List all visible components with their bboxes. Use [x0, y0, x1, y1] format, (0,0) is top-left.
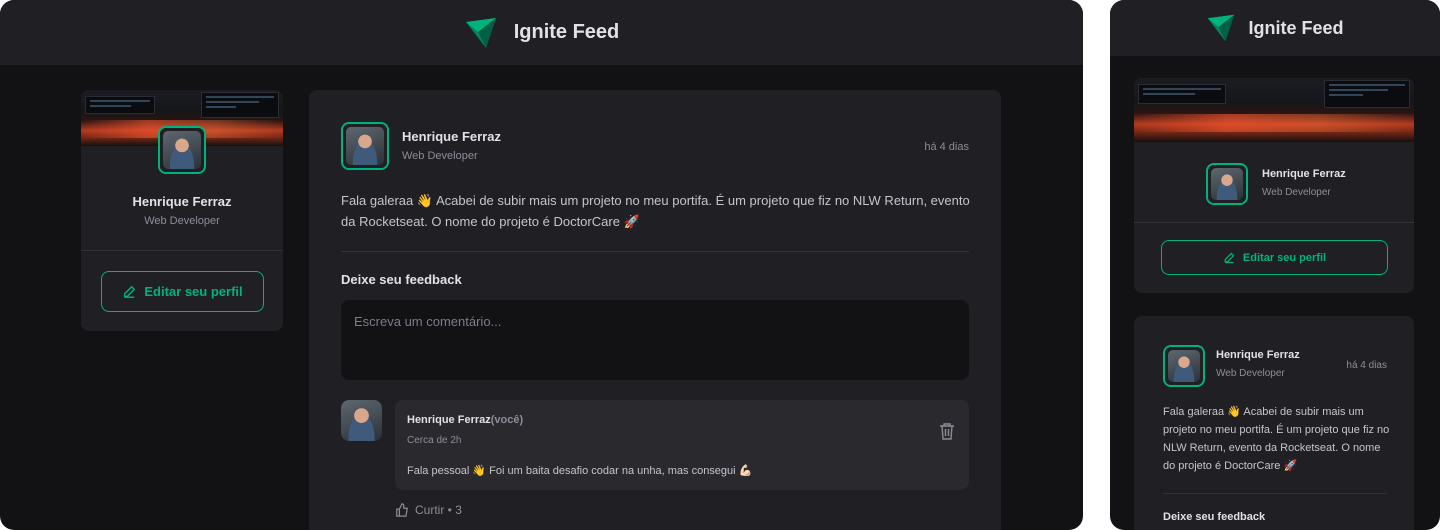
divider: [81, 250, 283, 251]
comment-box: Henrique Ferraz(você) Cerca de 2h Fala p…: [395, 400, 969, 490]
header: Ignite Feed: [1110, 0, 1440, 56]
trash-icon[interactable]: [939, 422, 955, 440]
pencil-icon: [124, 285, 136, 298]
desktop-view: Ignite Feed Henrique Ferraz Web Develope…: [0, 0, 1083, 530]
logo-icon: [1208, 14, 1235, 42]
app-title: Ignite Feed: [513, 21, 620, 43]
comment-author-line: Henrique Ferraz(você): [407, 414, 523, 426]
post-avatar[interactable]: [1163, 345, 1205, 387]
comment-content: Fala pessoal 👋 Foi um baita desafio coda…: [407, 465, 753, 477]
app-title: Ignite Feed: [1248, 17, 1344, 38]
feedback-title: Deixe seu feedback: [341, 272, 462, 287]
like-button[interactable]: Curtir • 3: [395, 503, 462, 517]
profile-name: Henrique Ferraz: [1262, 168, 1346, 180]
post-content: Fala galeraa 👋 Acabei de subir mais um p…: [341, 193, 970, 229]
post-card: Henrique Ferraz Web Developer há 4 dias …: [309, 90, 1001, 530]
edit-profile-button[interactable]: Editar seu perfil: [1161, 240, 1388, 275]
profile-role: Web Developer: [144, 215, 220, 227]
divider: [1163, 493, 1387, 494]
edit-profile-button[interactable]: Editar seu perfil: [101, 271, 264, 312]
profile-role: Web Developer: [1262, 187, 1331, 198]
post-author[interactable]: Henrique Ferraz: [402, 129, 501, 144]
header: Ignite Feed: [0, 0, 1083, 65]
thumbs-up-icon: [396, 503, 408, 517]
avatar[interactable]: [158, 126, 206, 174]
comment-avatar[interactable]: [341, 400, 382, 441]
profile-cover: [1134, 78, 1414, 142]
avatar[interactable]: [1206, 163, 1248, 205]
mobile-view: Ignite Feed Henrique Ferraz Web Develope…: [1110, 0, 1440, 530]
edit-profile-label: Editar seu perfil: [144, 284, 243, 299]
comment-time: Cerca de 2h: [407, 435, 462, 446]
post-author[interactable]: Henrique Ferraz: [1216, 349, 1300, 361]
post-card: Henrique Ferraz Web Developer há 4 dias …: [1134, 316, 1414, 530]
edit-profile-label: Editar seu perfil: [1242, 251, 1327, 264]
comment-textarea[interactable]: Escreva um comentário...: [341, 300, 969, 380]
comment-author[interactable]: Henrique Ferraz: [407, 414, 491, 426]
post-time: há 4 dias: [1346, 360, 1387, 371]
post-content: Fala galeraa 👋 Acabei de subir mais um p…: [1163, 406, 1390, 472]
like-label: Curtir • 3: [415, 503, 462, 517]
post-avatar[interactable]: [341, 122, 389, 170]
profile-name: Henrique Ferraz: [132, 194, 232, 209]
post-author-role: Web Developer: [402, 150, 478, 162]
comment-you-label: (você): [490, 414, 524, 426]
feedback-title: Deixe seu feedback: [1163, 511, 1266, 523]
divider: [1134, 222, 1414, 223]
profile-card: Henrique Ferraz Web Developer Editar seu…: [1134, 78, 1414, 293]
post-time: há 4 dias: [924, 141, 969, 153]
pencil-icon: [1224, 252, 1235, 263]
logo-icon: [465, 17, 496, 48]
post-author-role: Web Developer: [1216, 368, 1285, 379]
profile-card: Henrique Ferraz Web Developer Editar seu…: [81, 90, 283, 331]
divider: [341, 251, 969, 252]
